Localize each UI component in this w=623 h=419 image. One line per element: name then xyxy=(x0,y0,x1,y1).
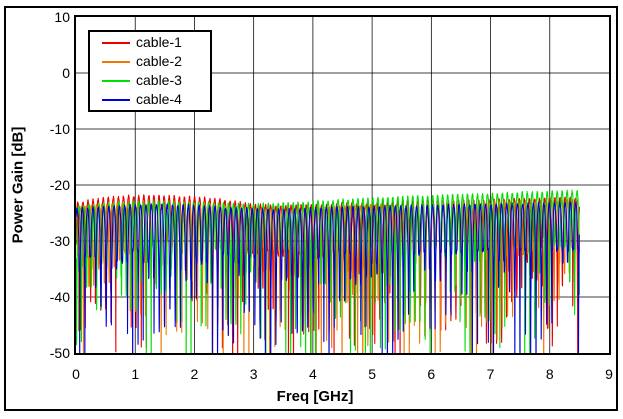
y-axis-title: Power Gain [dB] xyxy=(9,126,27,244)
y-tick-label: -10 xyxy=(49,121,70,137)
chart-figure: 10 0 -10 -20 -30 -40 -50 0 1 2 3 4 5 6 7 8 9 Power Gain… xyxy=(0,0,623,419)
x-tick-label: 0 xyxy=(72,366,80,382)
legend-label: cable-3 xyxy=(136,72,182,88)
legend-line-swatch-cable-3 xyxy=(102,79,130,82)
x-tick-label: 3 xyxy=(249,366,258,382)
x-tick-label: 9 xyxy=(605,366,613,382)
y-tick-label: -50 xyxy=(49,345,70,361)
legend: cable-1 cable-2 cable-3 cable-4 xyxy=(88,30,212,112)
x-tick-label: 4 xyxy=(308,366,317,382)
x-tick-label: 2 xyxy=(190,366,199,382)
legend-item-cable-2: cable-2 xyxy=(102,53,210,70)
y-tick-label: 10 xyxy=(54,9,70,25)
x-tick-label: 1 xyxy=(131,366,140,382)
legend-line-swatch-cable-4 xyxy=(102,98,130,101)
y-tick-label: 0 xyxy=(62,65,70,81)
legend-label: cable-2 xyxy=(136,53,182,69)
x-axis-title: Freq [GHz] xyxy=(276,388,354,405)
legend-label: cable-1 xyxy=(136,34,182,50)
x-tick-label: 7 xyxy=(486,366,495,382)
x-tick-label: 8 xyxy=(545,366,554,382)
y-tick-label: -20 xyxy=(49,177,70,193)
y-tick-label: -30 xyxy=(49,233,70,249)
legend-item-cable-4: cable-4 xyxy=(102,91,210,108)
y-tick-label: -40 xyxy=(49,289,70,305)
legend-label: cable-4 xyxy=(136,91,182,107)
legend-line-swatch-cable-1 xyxy=(102,41,130,44)
legend-item-cable-3: cable-3 xyxy=(102,72,210,89)
legend-item-cable-1: cable-1 xyxy=(102,34,210,51)
x-tick-label: 5 xyxy=(368,366,376,382)
x-tick-label: 6 xyxy=(427,366,436,382)
legend-line-swatch-cable-2 xyxy=(102,60,130,63)
